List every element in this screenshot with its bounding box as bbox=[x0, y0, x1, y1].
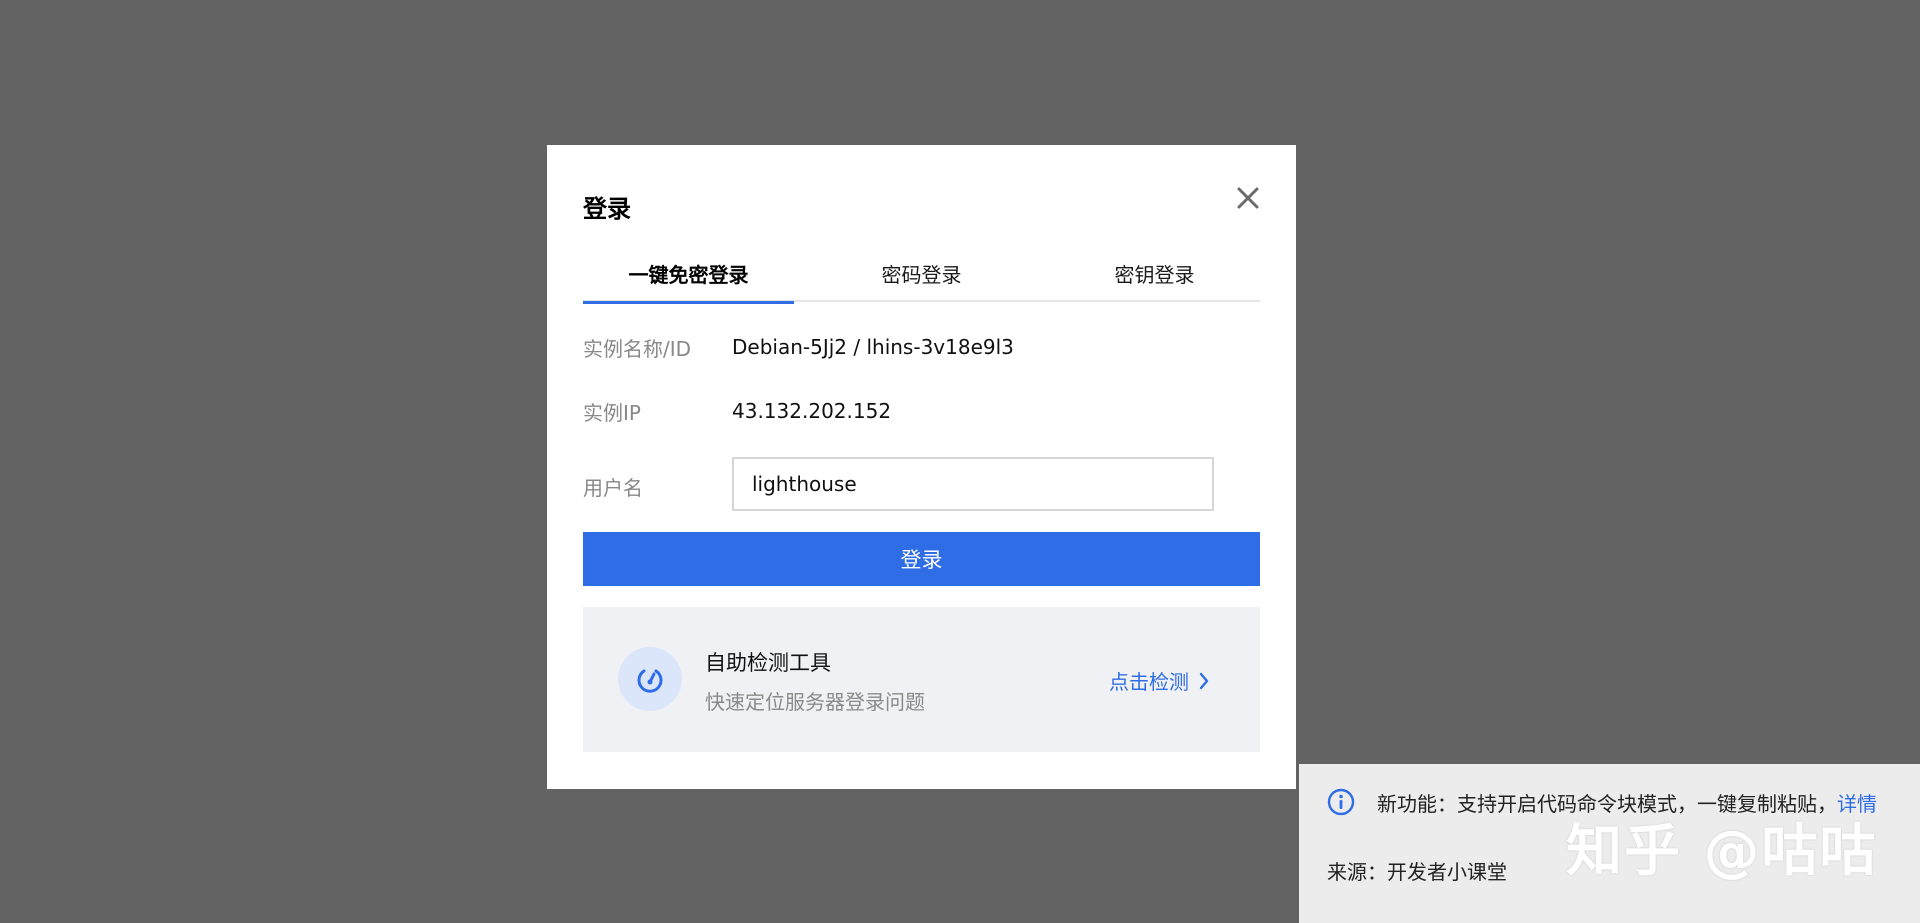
notification-source: 来源：开发者小课堂 bbox=[1327, 860, 1507, 884]
login-dialog: 登录 一键免密登录 密码登录 密钥登录 实例名称/ID Debian-5Jj2 … bbox=[547, 145, 1296, 789]
self-check-icon-badge bbox=[618, 647, 682, 711]
close-button[interactable] bbox=[1233, 183, 1263, 213]
run-check-link[interactable]: 点击检测 bbox=[1109, 666, 1209, 695]
instance-ip-value: 43.132.202.152 bbox=[732, 399, 892, 423]
instance-ip-label: 实例IP bbox=[583, 400, 641, 425]
chevron-right-icon bbox=[1199, 672, 1209, 689]
self-check-panel: 自助检测工具 快速定位服务器登录问题 点击检测 bbox=[583, 607, 1260, 752]
run-check-label: 点击检测 bbox=[1109, 670, 1189, 694]
instance-name-row: 实例名称/ID Debian-5Jj2 / lhins-3v18e9l3 bbox=[583, 327, 1014, 367]
login-method-tabs: 一键免密登录 密码登录 密钥登录 bbox=[583, 245, 1260, 304]
close-icon bbox=[1237, 187, 1259, 209]
username-row: 用户名 bbox=[583, 466, 732, 506]
instance-name-value: Debian-5Jj2 / lhins-3v18e9l3 bbox=[732, 335, 1014, 359]
username-label: 用户名 bbox=[583, 475, 643, 500]
self-check-title: 自助检测工具 bbox=[705, 651, 831, 675]
tab-password-login[interactable]: 密码登录 bbox=[794, 245, 1049, 302]
instance-ip-row: 实例IP 43.132.202.152 bbox=[583, 391, 891, 431]
dialog-title: 登录 bbox=[583, 195, 631, 223]
self-check-subtitle: 快速定位服务器登录问题 bbox=[705, 690, 925, 714]
gauge-icon bbox=[637, 669, 663, 693]
watermark: 知乎 @咕咕 bbox=[1566, 819, 1878, 884]
username-input[interactable] bbox=[732, 457, 1214, 511]
info-icon bbox=[1327, 788, 1355, 816]
login-button[interactable]: 登录 bbox=[583, 532, 1260, 586]
tab-passwordless-login[interactable]: 一键免密登录 bbox=[583, 245, 794, 304]
instance-name-label: 实例名称/ID bbox=[583, 336, 692, 361]
tab-key-login[interactable]: 密钥登录 bbox=[1049, 245, 1260, 302]
